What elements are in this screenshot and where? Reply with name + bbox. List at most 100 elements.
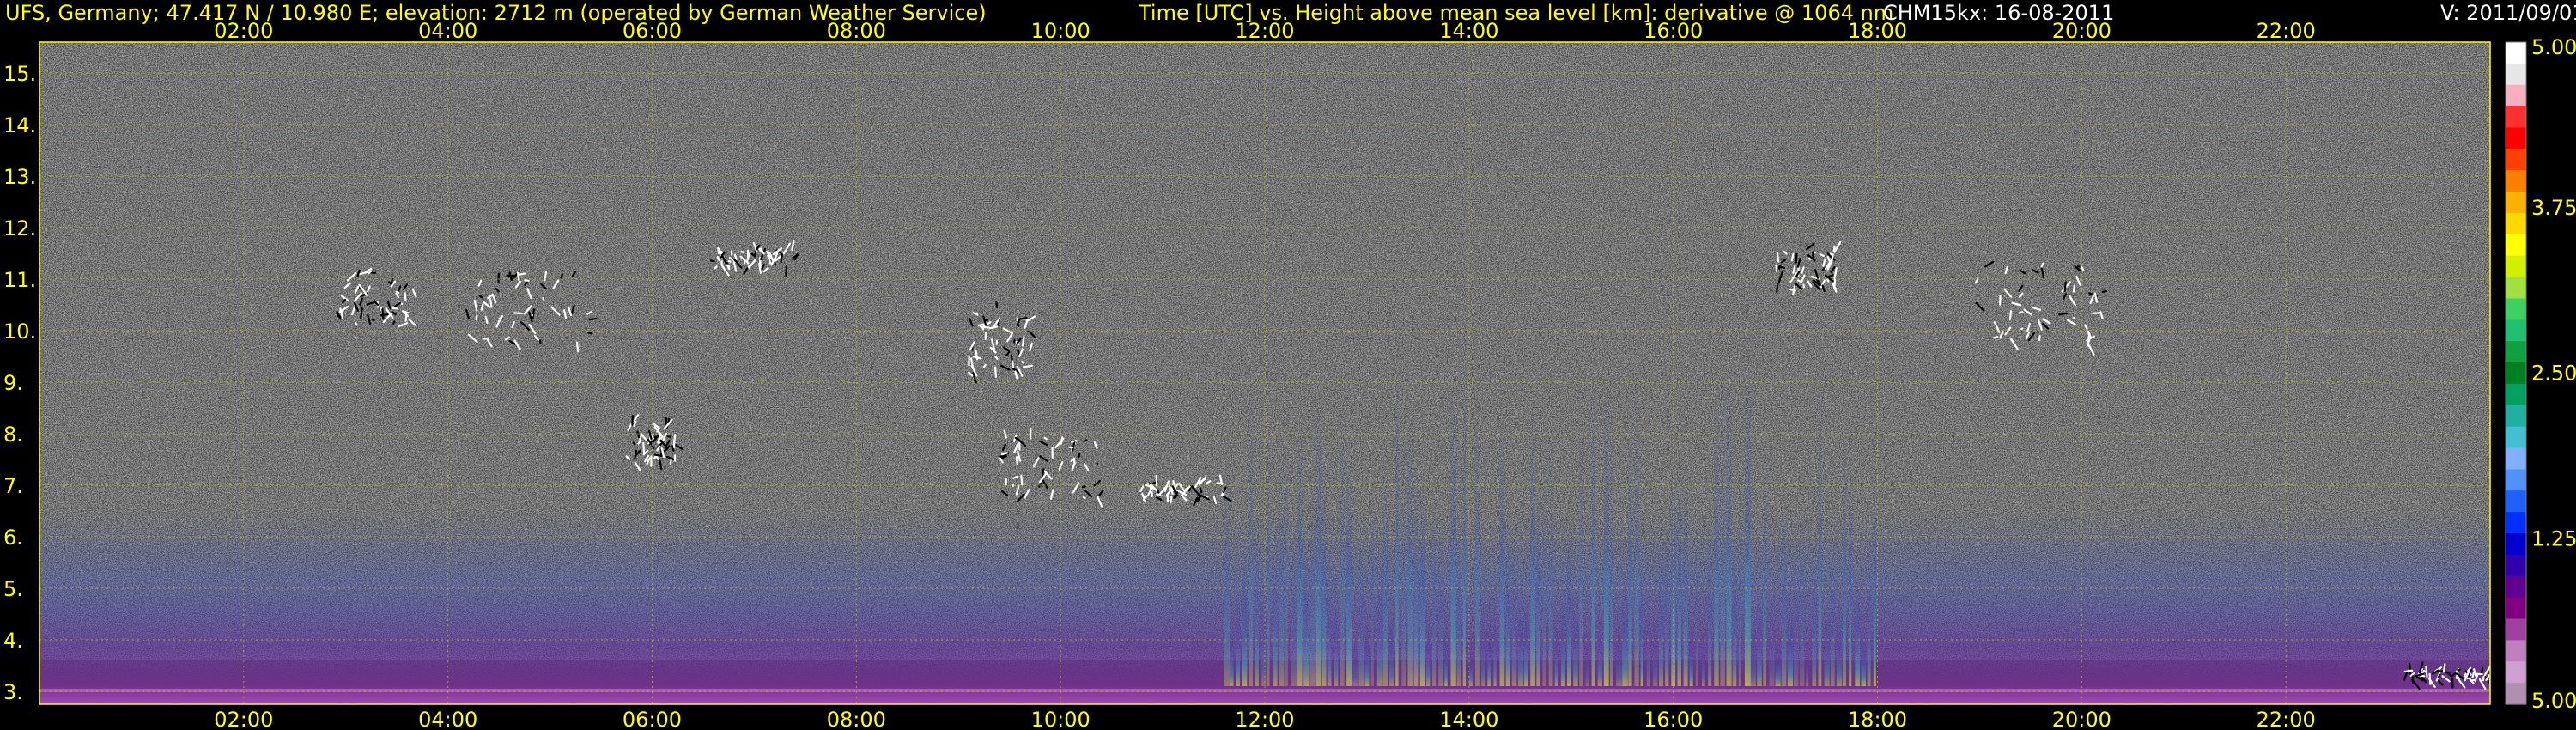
x-tick-label-bottom: 20:00	[2052, 708, 2111, 730]
plume	[1781, 497, 1787, 686]
plume	[1622, 569, 1628, 686]
cloud-streak	[518, 272, 526, 276]
plume	[1505, 527, 1510, 686]
colorbar-swatch	[2506, 447, 2526, 471]
cloud-streak	[1828, 274, 1834, 277]
cloud-streak	[993, 366, 998, 378]
plume	[1285, 402, 1288, 686]
colorbar-swatch	[2506, 597, 2526, 620]
plume	[1462, 362, 1466, 686]
plume	[1763, 425, 1767, 686]
cloud-streak	[733, 253, 738, 261]
cloud-streak	[475, 314, 478, 321]
plume	[1273, 514, 1278, 686]
y-tick-label: 9.	[3, 371, 23, 395]
plume	[1646, 575, 1651, 686]
plume	[1640, 550, 1643, 686]
x-tick-label-bottom: 16:00	[1643, 708, 1703, 730]
colorbar-swatch	[2506, 533, 2526, 556]
plot-area	[39, 42, 2490, 704]
cloud-streak	[371, 318, 375, 322]
plume	[1830, 531, 1835, 686]
cloud-streak	[747, 264, 750, 269]
plume	[1708, 526, 1712, 686]
cloud-streak	[659, 459, 663, 471]
plume	[1413, 454, 1419, 686]
cloud-streak	[1170, 496, 1173, 504]
colorbar-swatch	[2506, 84, 2526, 107]
plume	[1609, 429, 1613, 686]
plume	[1358, 538, 1364, 686]
plume	[1659, 536, 1664, 686]
plume	[1843, 435, 1846, 686]
plume	[1867, 536, 1871, 686]
plume	[1720, 374, 1725, 686]
x-tick-label-top: 08:00	[827, 19, 886, 43]
cloud-streak	[1043, 436, 1048, 441]
plume	[1279, 454, 1285, 686]
y-tick-label: 10.	[3, 319, 36, 344]
plume	[1812, 537, 1817, 686]
cloud-streak	[2437, 670, 2445, 673]
cloud-streak	[727, 259, 732, 263]
plume	[1382, 447, 1388, 686]
colorbar-swatch	[2506, 383, 2526, 406]
cloud-streak	[1778, 265, 1781, 270]
colorbar-swatch	[2506, 490, 2526, 513]
plume	[1560, 585, 1565, 686]
colorbar-swatch	[2506, 319, 2526, 342]
x-tick-label-top: 14:00	[1439, 19, 1498, 43]
y-tick-label: 3.	[3, 680, 23, 704]
plume	[1800, 505, 1805, 686]
colorbar-tick-label: 5.00	[2531, 35, 2576, 59]
cloud-streak	[498, 316, 502, 319]
plume	[1744, 358, 1751, 686]
plume	[1401, 421, 1406, 686]
plume	[1370, 476, 1374, 686]
plume	[1248, 369, 1254, 686]
plume	[1346, 446, 1352, 686]
y-tick-label: 6.	[3, 526, 23, 550]
colorbar-swatch	[2506, 341, 2526, 363]
y-tick-label: 13.	[3, 165, 36, 189]
y-tick-label: 7.	[3, 474, 23, 498]
x-tick-label-bottom: 18:00	[1848, 708, 1907, 730]
plume	[1395, 358, 1399, 686]
x-tick-label-bottom: 22:00	[2257, 708, 2316, 730]
cloud-streak	[1023, 364, 1033, 368]
plume	[1671, 435, 1676, 686]
plume	[1450, 380, 1456, 686]
plume	[1511, 531, 1517, 686]
cloud-streak	[1156, 493, 1162, 496]
plume	[1573, 589, 1578, 686]
plume	[1855, 563, 1861, 686]
cloud-streak	[1826, 278, 1830, 283]
plume	[1481, 597, 1486, 686]
cloud-streak	[1096, 462, 1099, 465]
colorbar-swatch	[2506, 63, 2526, 86]
plume	[1432, 485, 1437, 686]
plume	[1818, 376, 1822, 686]
cloud-streak	[404, 313, 408, 322]
plume	[1585, 628, 1589, 686]
plume	[1689, 619, 1693, 686]
y-tick-label: 8.	[3, 423, 23, 447]
cloud-streak	[780, 252, 783, 264]
plume	[1793, 549, 1799, 686]
plume	[1591, 364, 1595, 686]
plume	[1634, 367, 1639, 686]
colorbar-tick-label: 1.25	[2531, 526, 2576, 551]
plume	[1665, 516, 1669, 686]
x-tick-label-bottom: 04:00	[418, 708, 477, 730]
x-tick-label-top: 04:00	[418, 19, 477, 43]
plume	[1861, 628, 1866, 686]
plume	[1695, 525, 1698, 686]
cloud-streak	[1199, 487, 1203, 494]
colorbar-swatch	[2506, 683, 2526, 705]
colorbar-swatch	[2506, 362, 2526, 385]
colorbar-swatch	[2506, 618, 2526, 641]
y-tick-label: 15.	[3, 62, 36, 86]
cloud-streak	[2087, 337, 2091, 344]
cloud-streak	[1081, 485, 1086, 489]
colorbar: 5.00 3.75 2.50 1.25 5.00	[2505, 35, 2576, 713]
